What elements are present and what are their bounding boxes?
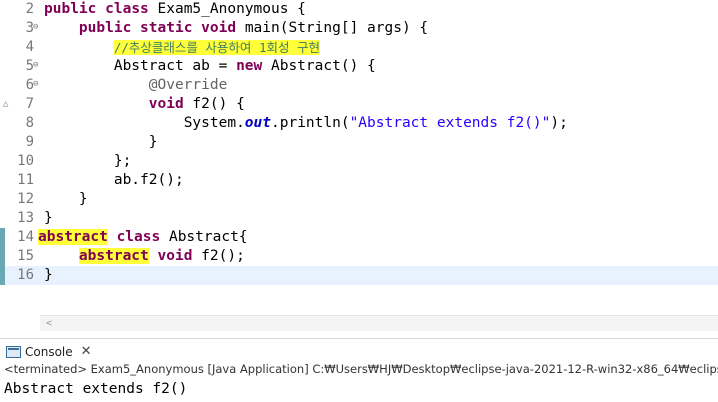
code-text[interactable]: } <box>44 190 88 209</box>
gutter: 13 <box>0 209 40 228</box>
line-number: 10 <box>17 153 34 169</box>
fold-collapse-icon[interactable]: ⊖ <box>33 60 38 70</box>
code-text[interactable]: } <box>44 133 158 152</box>
scroll-left-icon[interactable]: < <box>46 316 52 331</box>
line-number: 16 <box>17 267 34 283</box>
abstract-keyword-highlighted: abstract <box>38 229 108 245</box>
gutter: 11 <box>0 171 40 190</box>
code-text[interactable]: } <box>44 209 53 228</box>
change-marker <box>0 228 5 247</box>
code-line[interactable]: 14 abstract class Abstract{ <box>0 228 718 247</box>
gutter: 14 <box>0 228 40 247</box>
gutter: 3 ⊖ <box>0 19 40 38</box>
code-text[interactable]: //추상클래스를 사용하여 1회성 구현 <box>44 38 320 58</box>
code-text[interactable]: void f2() { <box>44 95 245 114</box>
code-line-current[interactable]: 16 } <box>0 266 718 285</box>
code-line[interactable]: 13 } <box>0 209 718 228</box>
change-marker <box>0 266 5 285</box>
line-number: 4 <box>25 39 34 55</box>
code-line[interactable]: △ 7 void f2() { <box>0 95 718 114</box>
code-line[interactable]: 4 //추상클래스를 사용하여 1회성 구현 <box>0 38 718 57</box>
gutter: 5 ⊖ <box>0 57 40 76</box>
line-number: 15 <box>17 248 34 264</box>
line-number: 2 <box>25 1 34 17</box>
gutter: △ 7 <box>0 95 40 114</box>
gutter: 6 ⊖ <box>0 76 40 95</box>
code-line[interactable]: 8 System.out.println("Abstract extends f… <box>0 114 718 133</box>
gutter: 10 <box>0 152 40 171</box>
code-text[interactable]: Abstract ab = new Abstract() { <box>44 57 376 76</box>
console-icon <box>6 345 21 358</box>
line-number: 13 <box>17 210 34 226</box>
gutter: 15 <box>0 247 40 266</box>
code-text[interactable]: } <box>44 266 53 285</box>
line-number: 7 <box>25 96 34 112</box>
close-icon[interactable]: ✕ <box>81 344 92 359</box>
line-number: 9 <box>25 134 34 150</box>
code-line[interactable]: 3 ⊖ public static void main(String[] arg… <box>0 19 718 38</box>
fold-collapse-icon[interactable]: ⊖ <box>33 79 38 89</box>
code-line[interactable]: 12 } <box>0 190 718 209</box>
code-text[interactable]: abstract class Abstract{ <box>38 228 248 247</box>
line-number: 3 <box>25 20 34 36</box>
code-text[interactable]: abstract void f2(); <box>44 247 245 266</box>
gutter: 2 <box>0 0 40 19</box>
code-text[interactable]: }; <box>44 152 131 171</box>
code-text[interactable]: @Override <box>44 76 228 95</box>
code-line[interactable]: 15 abstract void f2(); <box>0 247 718 266</box>
code-line[interactable]: 6 ⊖ @Override <box>0 76 718 95</box>
console-output[interactable]: Abstract extends f2() <box>4 380 187 399</box>
gutter: 8 <box>0 114 40 133</box>
gutter: 9 <box>0 133 40 152</box>
code-line[interactable]: 2 public class Exam5_Anonymous { <box>0 0 718 19</box>
code-line[interactable]: 9 } <box>0 133 718 152</box>
gutter: 12 <box>0 190 40 209</box>
fold-collapse-icon[interactable]: ⊖ <box>33 22 38 32</box>
code-editor[interactable]: 2 public class Exam5_Anonymous { 3 ⊖ pub… <box>0 0 718 315</box>
gutter: 16 <box>0 266 40 285</box>
override-marker-icon[interactable]: △ <box>3 99 8 109</box>
console-tab-bar: Console ✕ <box>0 338 718 363</box>
line-number: 12 <box>17 191 34 207</box>
horizontal-scrollbar[interactable]: < <box>40 315 718 331</box>
code-text[interactable]: public class Exam5_Anonymous { <box>44 0 306 19</box>
code-line[interactable]: 10 }; <box>0 152 718 171</box>
tab-console-label: Console <box>25 344 73 359</box>
console-status-text: <terminated> Exam5_Anonymous [Java Appli… <box>4 362 718 376</box>
code-line[interactable]: 11 ab.f2(); <box>0 171 718 190</box>
line-number: 14 <box>17 229 34 245</box>
line-number: 8 <box>25 115 34 131</box>
code-text[interactable]: System.out.println("Abstract extends f2(… <box>44 114 568 133</box>
line-number: 5 <box>25 58 34 74</box>
code-text[interactable]: ab.f2(); <box>44 171 184 190</box>
change-marker <box>0 247 5 266</box>
line-number: 6 <box>25 77 34 93</box>
code-text[interactable]: public static void main(String[] args) { <box>44 19 428 38</box>
comment-highlighted: //추상클래스를 사용하여 1회성 구현 <box>113 40 320 55</box>
abstract-keyword-highlighted: abstract <box>78 248 149 264</box>
code-line[interactable]: 5 ⊖ Abstract ab = new Abstract() { <box>0 57 718 76</box>
line-number: 11 <box>17 172 34 188</box>
tab-console[interactable]: Console ✕ <box>6 342 92 361</box>
gutter: 4 <box>0 38 40 57</box>
